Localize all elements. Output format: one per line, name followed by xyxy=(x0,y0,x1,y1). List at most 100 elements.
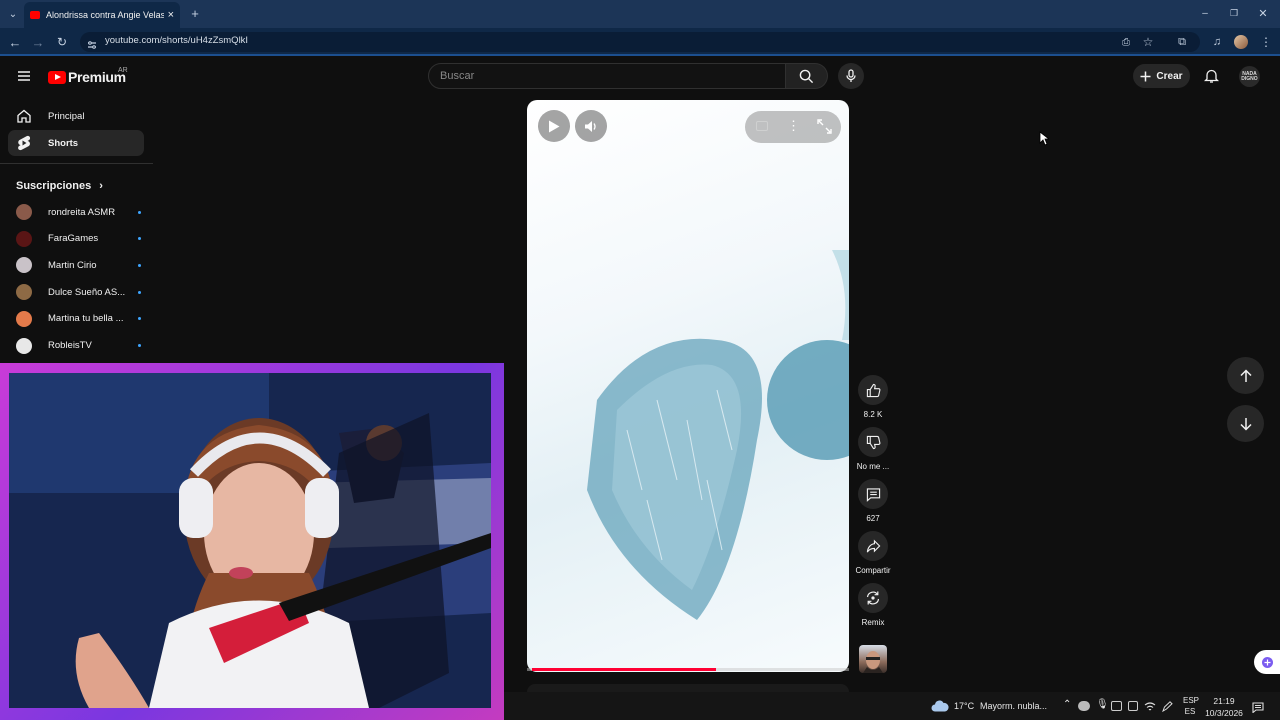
new-content-dot xyxy=(138,290,141,294)
sidebar-subscription-item[interactable]: FaraGames xyxy=(16,229,141,249)
search-input[interactable]: Buscar xyxy=(428,63,786,89)
sidebar-subscription-item[interactable]: rondreita ASMR xyxy=(16,202,141,222)
notification-center-icon[interactable] xyxy=(1252,700,1264,714)
channel-avatar xyxy=(16,257,32,274)
more-options-icon[interactable]: ⋮ xyxy=(787,118,800,134)
minimize-icon[interactable]: – xyxy=(1196,4,1214,22)
extensions-icon[interactable]: ⧉ xyxy=(1173,33,1191,51)
user-avatar[interactable]: NADA DIGNO xyxy=(1239,66,1260,87)
clock-time[interactable]: 21:19 xyxy=(1204,696,1244,706)
sidebar-item-shorts[interactable]: Shorts xyxy=(8,130,144,156)
new-content-dot xyxy=(138,344,141,347)
sidebar-subscription-item[interactable]: Dulce Sueño AS... xyxy=(16,282,141,302)
create-button[interactable]: Crear xyxy=(1133,64,1190,88)
new-content-dot xyxy=(138,237,141,241)
new-content-dot xyxy=(138,317,141,321)
notifications-button[interactable] xyxy=(1201,66,1221,86)
subscriptions-header[interactable]: Suscripciones › xyxy=(16,180,103,192)
volume-button[interactable] xyxy=(575,110,607,142)
clock-date[interactable]: 10/3/2026 xyxy=(1201,708,1247,718)
youtube-favicon-icon xyxy=(30,11,40,19)
share-arrow-icon xyxy=(866,539,880,553)
tab-title: Alondrissa contra Angie Velasco xyxy=(46,10,164,20)
sidebar-subscription-item[interactable]: RobleisTV xyxy=(16,336,141,356)
channel-avatar xyxy=(16,230,32,247)
sidebar-item-label: Shorts xyxy=(48,137,79,149)
search-icon xyxy=(799,69,814,83)
microphone-icon xyxy=(846,69,856,82)
browser-menu-icon[interactable]: ⋮ xyxy=(1257,33,1275,51)
previous-short-button[interactable] xyxy=(1227,357,1264,394)
sidebar-item-principal[interactable]: Principal xyxy=(8,103,144,129)
new-tab-button[interactable]: + xyxy=(186,4,204,22)
language-bottom[interactable]: ES xyxy=(1183,707,1197,716)
browser-profile-avatar[interactable] xyxy=(1234,35,1248,49)
captions-icon[interactable] xyxy=(756,121,768,131)
comments-button[interactable] xyxy=(858,479,888,509)
extension-logo-icon xyxy=(1261,656,1273,668)
next-short-button[interactable] xyxy=(1227,405,1264,442)
browser-tab[interactable]: Alondrissa contra Angie Velasco × xyxy=(24,2,180,28)
fullscreen-icon[interactable] xyxy=(817,119,832,134)
new-content-dot xyxy=(138,263,141,267)
channel-avatar xyxy=(16,310,32,327)
pen-icon[interactable] xyxy=(1161,700,1173,713)
home-icon xyxy=(16,108,32,124)
shorts-icon xyxy=(16,135,32,151)
task-tray-icon[interactable] xyxy=(1128,701,1138,711)
subscription-name: RobleisTV xyxy=(48,340,92,351)
plus-icon xyxy=(1140,71,1151,81)
subscription-name: Martina tu bella ... xyxy=(48,313,124,325)
shorts-video-player[interactable] xyxy=(527,100,849,672)
forward-icon[interactable]: → xyxy=(29,33,47,51)
hamburger-menu-icon[interactable] xyxy=(16,68,32,84)
reload-icon[interactable]: ↻ xyxy=(53,33,71,51)
remix-icon xyxy=(866,591,880,605)
youtube-play-logo-icon xyxy=(48,70,66,84)
channel-thumbnail[interactable] xyxy=(859,645,887,673)
thumbs-down-icon xyxy=(866,435,880,449)
webcam-video xyxy=(9,373,491,708)
subscription-name: Martin Cirio xyxy=(48,259,97,271)
install-app-icon[interactable]: ⎙ xyxy=(1117,33,1135,51)
subscriptions-title: Suscripciones xyxy=(16,180,92,192)
youtube-logo[interactable]: Premium xyxy=(48,69,126,85)
arrow-up-icon xyxy=(1239,368,1252,382)
subscription-name: FaraGames xyxy=(48,233,99,245)
site-info-icon[interactable] xyxy=(87,37,97,49)
chevron-up-icon[interactable]: ⌃ xyxy=(1063,699,1071,710)
sidebar-subscription-item[interactable]: Martina tu bella ... xyxy=(16,309,141,329)
comment-icon xyxy=(866,487,880,502)
display-tray-icon[interactable] xyxy=(1111,701,1122,711)
tab-search-icon[interactable]: ⌄ xyxy=(4,5,22,23)
bookmark-star-icon[interactable]: ☆ xyxy=(1139,33,1157,51)
back-icon[interactable]: ← xyxy=(6,33,24,51)
voice-search-button[interactable] xyxy=(838,63,864,89)
weather-text[interactable]: Mayorm. nubla... xyxy=(980,701,1047,711)
like-button[interactable] xyxy=(858,375,888,405)
sidebar-subscription-item[interactable]: Martin Cirio xyxy=(16,255,141,275)
mouse-cursor-icon xyxy=(1039,131,1051,151)
weather-temp[interactable]: 17°C xyxy=(954,701,974,711)
onedrive-icon[interactable] xyxy=(1078,701,1090,711)
remix-button[interactable] xyxy=(858,583,888,613)
language-top[interactable]: ESP xyxy=(1183,696,1199,705)
subscription-name: Dulce Sueño AS... xyxy=(48,286,126,298)
share-button[interactable] xyxy=(858,531,888,561)
window-close-icon[interactable]: ✕ xyxy=(1254,4,1272,22)
url-text[interactable]: youtube.com/shorts/uH4zZsmQlkI xyxy=(105,35,248,46)
play-button[interactable] xyxy=(538,110,570,142)
microphone-tray-icon[interactable]: 🎙 xyxy=(1096,699,1109,710)
new-content-dot xyxy=(138,210,141,214)
comments-count: 627 xyxy=(866,514,880,523)
restore-icon[interactable]: ❐ xyxy=(1225,4,1243,22)
like-count: 8.2 K xyxy=(863,410,883,419)
arrow-down-icon xyxy=(1239,417,1252,431)
tab-close-icon[interactable]: × xyxy=(168,9,174,21)
volume-icon xyxy=(585,120,596,132)
search-button[interactable] xyxy=(786,63,828,89)
floating-extension-button[interactable] xyxy=(1254,650,1280,674)
media-controls-icon[interactable]: ♫ xyxy=(1208,33,1226,51)
dislike-button[interactable] xyxy=(858,427,888,457)
subscription-name: rondreita ASMR xyxy=(48,206,116,218)
